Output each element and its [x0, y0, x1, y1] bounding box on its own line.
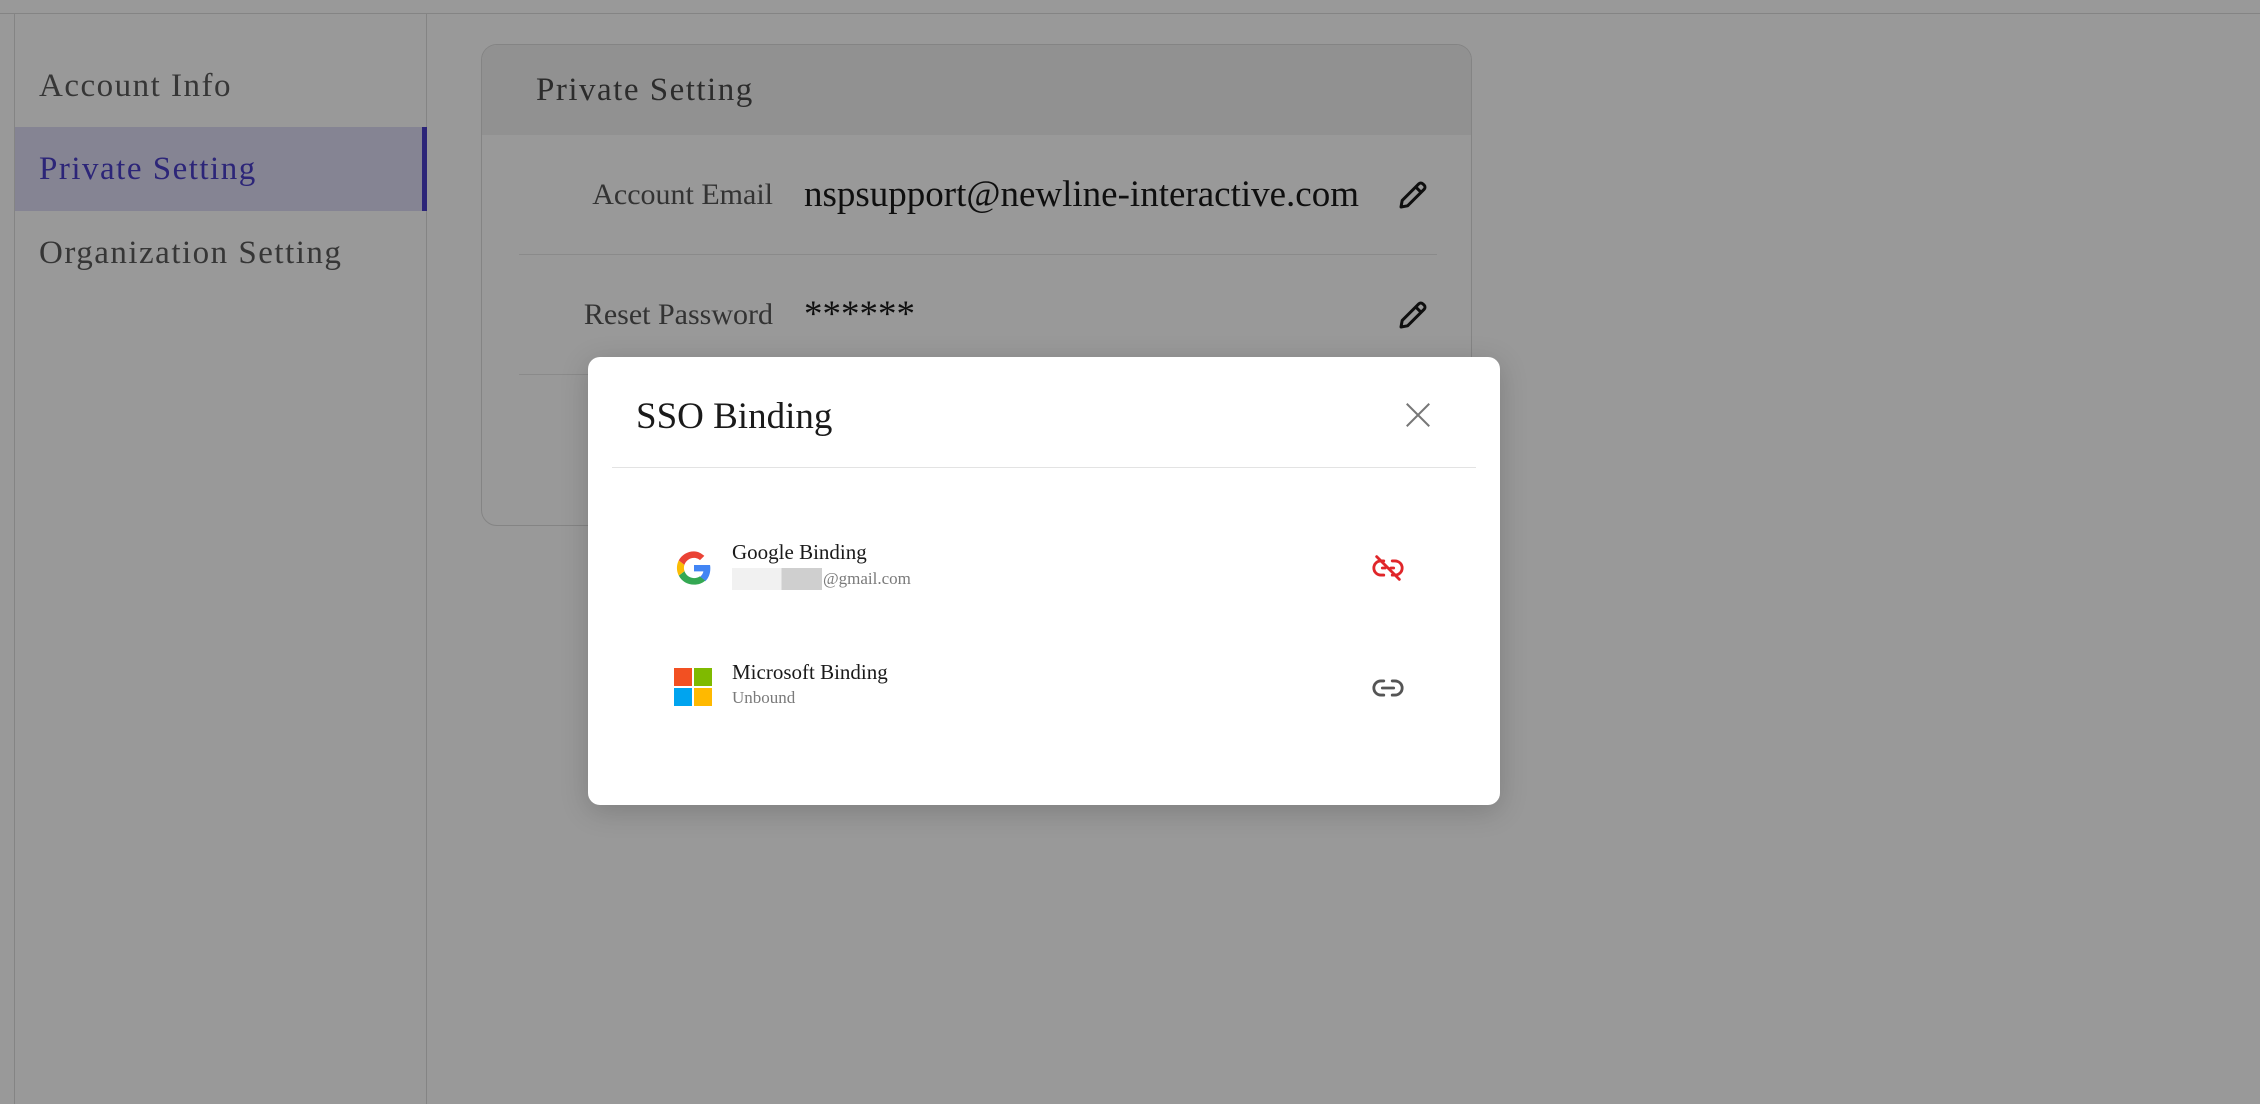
redacted-text	[732, 568, 822, 590]
google-logo-icon	[674, 548, 714, 588]
dialog-title: SSO Binding	[636, 396, 833, 437]
google-binding-email: @gmail.com	[732, 568, 911, 590]
link-icon[interactable]	[1370, 670, 1406, 706]
microsoft-binding-row: Microsoft Binding Unbound	[674, 660, 1410, 720]
microsoft-binding-status: Unbound	[732, 688, 796, 707]
google-binding-name: Google Binding	[732, 540, 867, 564]
dialog-divider	[612, 467, 1476, 468]
microsoft-binding-name: Microsoft Binding	[732, 660, 888, 684]
sso-binding-dialog: SSO Binding Google Binding @gmail.com Mi…	[588, 357, 1500, 805]
microsoft-logo-icon	[674, 668, 714, 708]
google-binding-row: Google Binding @gmail.com	[674, 540, 1410, 600]
google-binding-status: @gmail.com	[823, 569, 911, 588]
unlink-icon[interactable]	[1370, 550, 1406, 586]
close-icon[interactable]	[1398, 395, 1438, 435]
